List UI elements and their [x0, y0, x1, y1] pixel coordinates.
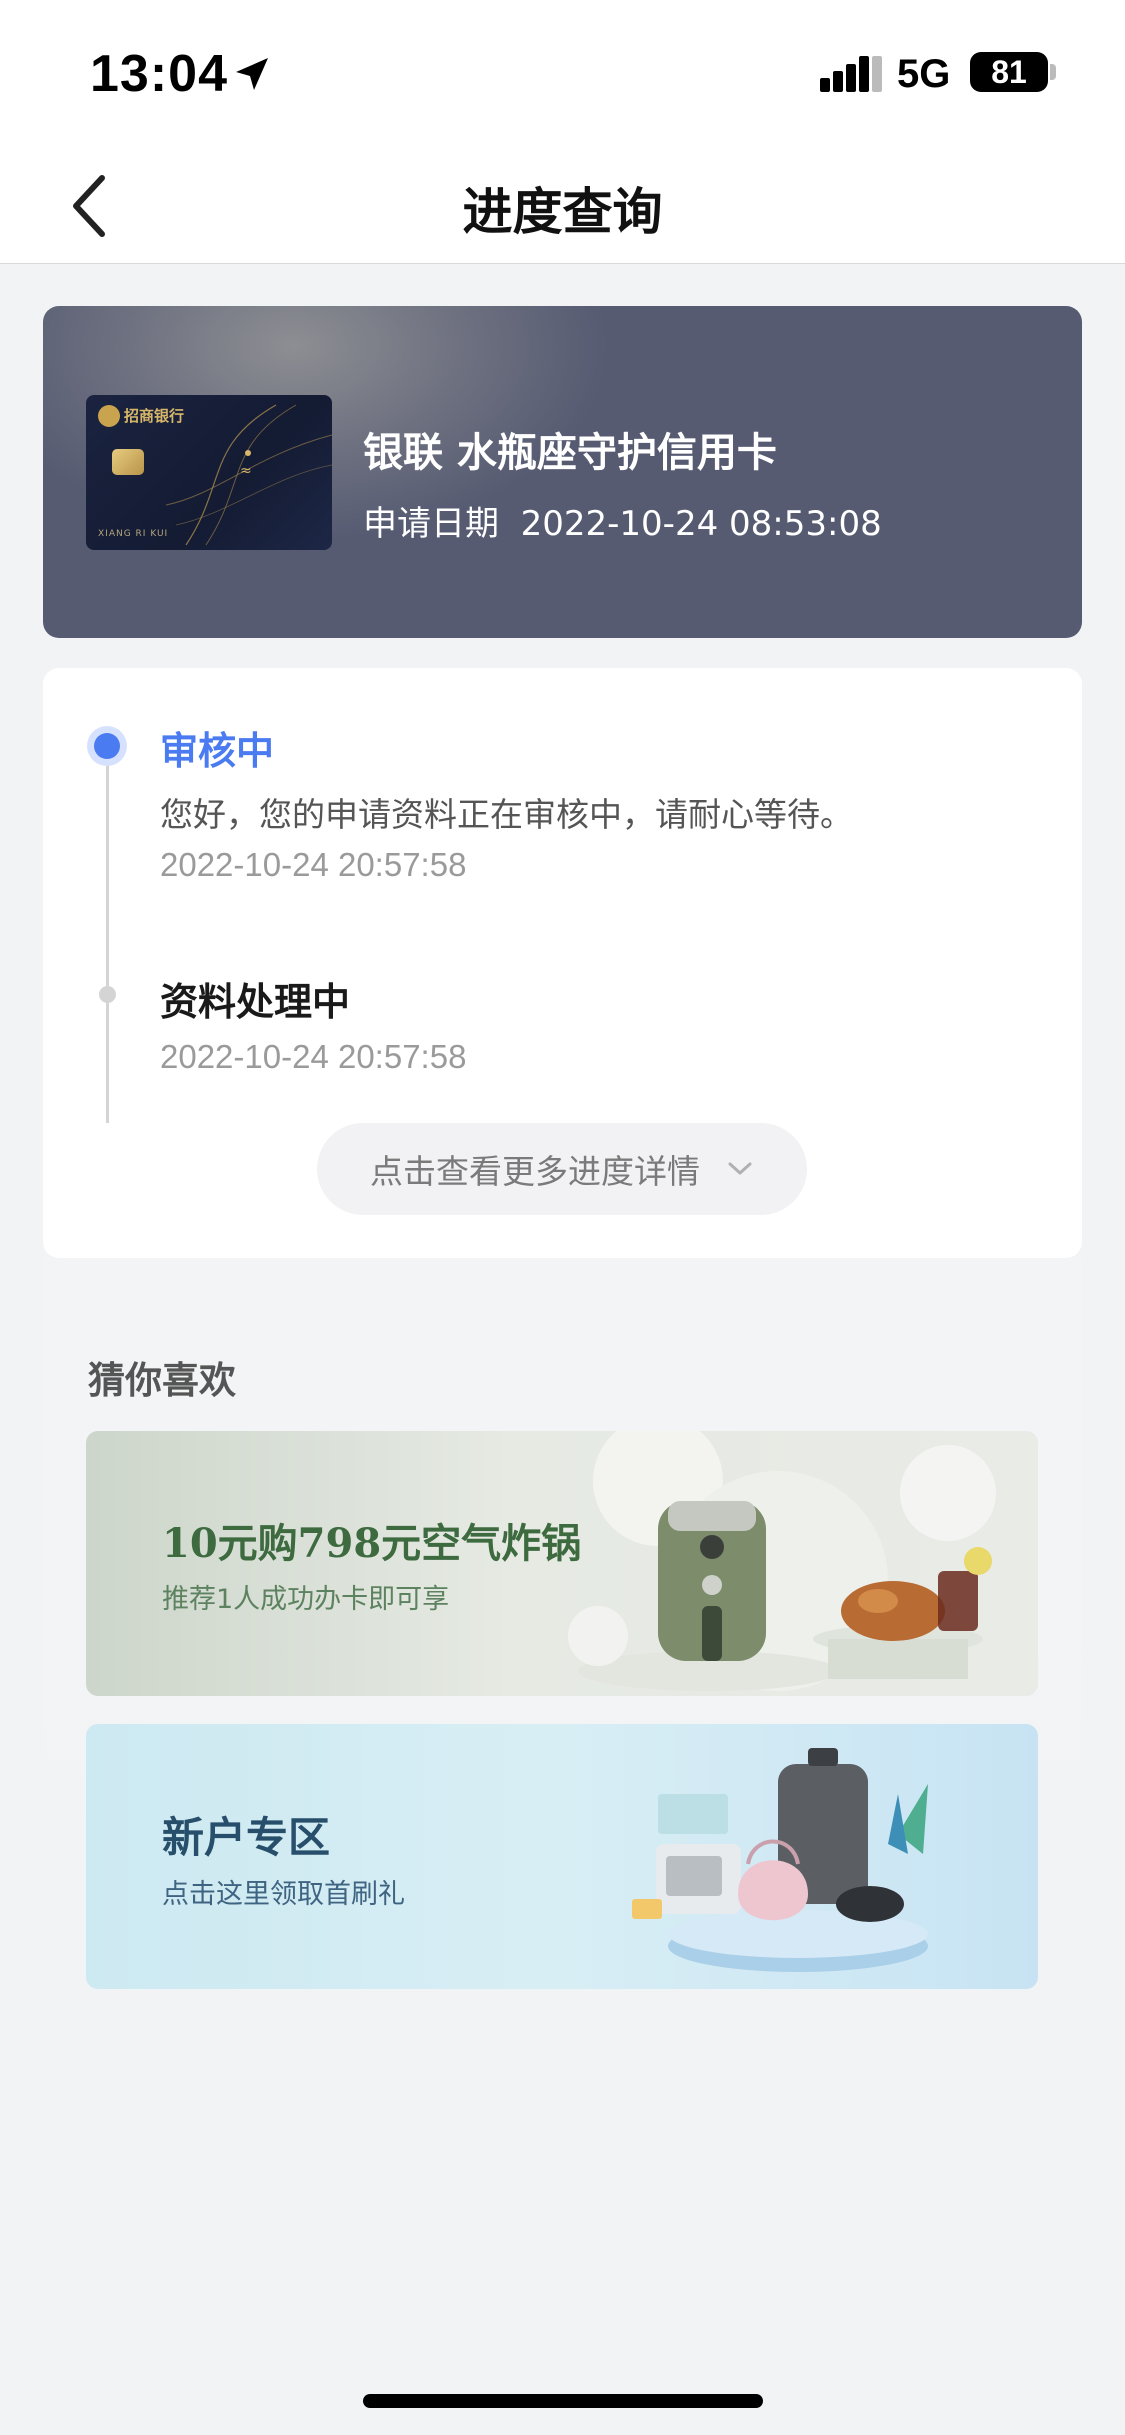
status-bar: 13:04 5G 81	[0, 0, 1125, 150]
banner-title: 10元购798元空气炸锅	[162, 1520, 582, 1567]
card-chip-icon	[112, 449, 144, 475]
chevron-down-icon	[728, 1162, 752, 1175]
new-user-banner[interactable]: 新户专区 点击这里领取首刷礼	[86, 1724, 1038, 1989]
network-type: 5G	[897, 52, 951, 96]
location-arrow-icon	[236, 58, 268, 90]
timeline-line	[106, 748, 109, 1123]
banner-subtitle: 点击这里领取首刷礼	[162, 1879, 405, 1910]
card-product-name: 银联 水瓶座守护信用卡	[363, 430, 777, 476]
bank-logo-icon	[98, 405, 120, 427]
step-time: 2022-10-24 20:57:58	[160, 1038, 467, 1075]
date-label: 申请日期	[363, 504, 499, 544]
application-date: 申请日期 2022-10-24 08:53:08	[363, 496, 882, 545]
step-title: 审核中	[160, 729, 275, 773]
step-title: 资料处理中	[160, 980, 351, 1024]
svg-text:≈: ≈	[240, 463, 252, 479]
recommend-title: 猜你喜欢	[88, 1359, 236, 1402]
page-title: 进度查询	[462, 183, 663, 241]
card-bank-name: 招商银行	[124, 407, 185, 425]
card-swirl-decoration: ≈	[166, 404, 332, 546]
air-fryer-banner[interactable]: 10元购798元空气炸锅 推荐1人成功办卡即可享	[86, 1431, 1038, 1696]
battery-cap	[1050, 64, 1056, 80]
date-value: 2022-10-24 08:53:08	[520, 504, 882, 544]
timeline-dot-active	[87, 726, 127, 766]
home-indicator[interactable]	[363, 2394, 763, 2408]
cellular-signal-icon	[820, 56, 882, 92]
nav-bar: 进度查询	[0, 150, 1125, 264]
battery-icon: 81	[970, 52, 1048, 92]
credit-card-image: ≈ 招商银行 XIANG RI KUI	[86, 395, 332, 550]
card-header: ≈ 招商银行 XIANG RI KUI 银联 水瓶座守护信用卡 申请日期 202…	[43, 306, 1082, 638]
step-description: 您好，您的申请资料正在审核中，请耐心等待。	[160, 795, 853, 834]
more-progress-button[interactable]: 点击查看更多进度详情	[317, 1123, 807, 1215]
progress-timeline: 审核中 您好，您的申请资料正在审核中，请耐心等待。 2022-10-24 20:…	[43, 668, 1082, 1258]
banner-subtitle: 推荐1人成功办卡即可享	[162, 1584, 450, 1615]
recommend-section: 猜你喜欢 10元购798元空气炸锅 推荐1人成功办卡即可享 新户专区 点击这里领…	[43, 1258, 1082, 2018]
air-fryer-illustration	[568, 1431, 996, 1691]
gift-products-illustration	[632, 1748, 928, 1972]
timeline-dot	[99, 986, 116, 1003]
more-progress-label: 点击查看更多进度详情	[370, 1152, 700, 1191]
status-time: 13:04	[90, 45, 228, 103]
banner-title: 新户专区	[162, 1813, 331, 1862]
step-time: 2022-10-24 20:57:58	[160, 846, 467, 883]
card-holder-text: XIANG RI KUI	[98, 529, 169, 539]
battery-level: 81	[991, 53, 1027, 90]
